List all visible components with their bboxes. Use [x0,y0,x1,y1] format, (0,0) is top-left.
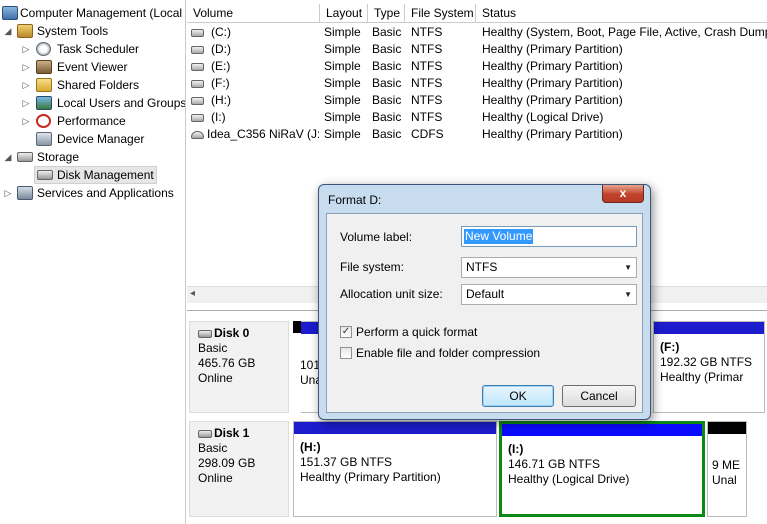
clock-icon [36,42,51,56]
chevron-down-icon: ▼ [624,290,632,299]
drive-icon [191,114,204,122]
tools-icon [17,24,33,38]
hard-disk-icon [198,329,212,338]
hard-disk-icon [198,429,212,438]
disk-1-label[interactable]: Disk 1 Basic 298.09 GB Online [189,421,289,517]
partition-bar [654,322,764,334]
drive-icon [191,80,204,88]
column-header-file-system[interactable]: File System [405,4,476,23]
dialog-title: Format D: [328,193,382,207]
collapse-icon[interactable]: ◢ [3,148,13,166]
column-header-volume[interactable]: Volume [187,4,320,23]
column-header-type[interactable]: Type [368,4,405,23]
disk-0-label[interactable]: Disk 0 Basic 465.76 GB Online [189,321,289,413]
table-row[interactable]: (F:) Simple Basic NTFS Healthy (Primary … [187,75,767,92]
disk-1-name: Disk 1 [198,426,280,441]
partition-h[interactable]: (H:) 151.37 GB NTFS Healthy (Primary Par… [293,421,497,517]
computer-icon [2,6,18,20]
partition-i-selected[interactable]: (I:) 146.71 GB NTFS Healthy (Logical Dri… [499,421,705,517]
dialog-body: Volume label: New Volume File system: NT… [326,213,643,413]
close-button[interactable]: x [602,185,644,203]
collapse-icon[interactable]: ◢ [3,22,13,40]
partition-f[interactable]: (F:) 192.32 GB NTFS Healthy (Primar [653,321,765,413]
volume-label-value: New Volume [464,229,534,244]
table-row[interactable]: Idea_C356 NiRaV (J:) Simple Basic CDFS H… [187,126,767,143]
expand-icon[interactable]: ▷ [21,112,31,130]
disk-icon [37,170,53,180]
checkmark-icon: ✓ [340,326,352,338]
cancel-button[interactable]: Cancel [562,385,636,407]
disk-0-name: Disk 0 [198,326,280,341]
file-system-dropdown[interactable]: NTFS ▼ [461,257,637,278]
drive-icon [191,46,204,54]
column-header-layout[interactable]: Layout [320,4,368,23]
table-row[interactable]: (C:) Simple Basic NTFS Healthy (System, … [187,24,767,41]
storage-icon [17,152,33,162]
partition-bar [708,422,746,434]
drive-icon [191,29,204,37]
ok-button[interactable]: OK [482,385,554,407]
performance-icon [36,114,51,128]
drive-icon [191,97,204,105]
table-row[interactable]: (E:) Simple Basic NTFS Healthy (Primary … [187,58,767,75]
allocation-unit-dropdown[interactable]: Default ▼ [461,284,637,305]
navigation-tree: Computer Management (Local ◢ System Tool… [0,0,186,524]
device-manager-icon [36,132,52,146]
expand-icon[interactable]: ▷ [3,184,13,202]
partition-bar-unallocated-disk0 [293,321,301,413]
column-header-status[interactable]: Status [476,4,767,23]
expand-icon[interactable]: ▷ [21,58,31,76]
volume-label-caption: Volume label: [340,230,413,244]
close-icon: x [619,186,627,200]
volume-label-input[interactable]: New Volume [461,226,637,247]
table-row[interactable]: (D:) Simple Basic NTFS Healthy (Primary … [187,41,767,58]
format-dialog: Format D: x Volume label: New Volume Fil… [318,184,651,420]
partition-bar [294,422,496,434]
cd-drive-icon [191,131,204,139]
expand-icon[interactable]: ▷ [21,40,31,58]
expand-icon[interactable]: ▷ [21,94,31,112]
partition-bar [502,424,702,436]
table-row[interactable]: (H:) Simple Basic NTFS Healthy (Primary … [187,92,767,109]
chevron-down-icon: ▼ [624,263,632,272]
event-viewer-icon [36,60,52,74]
services-icon [17,186,33,200]
shared-folder-icon [36,78,52,92]
scroll-left-icon[interactable]: ◂ [190,288,195,299]
file-system-caption: File system: [340,260,405,274]
expand-icon[interactable]: ▷ [21,76,31,94]
drive-icon [191,63,204,71]
users-icon [36,96,52,110]
allocation-unit-caption: Allocation unit size: [340,287,443,301]
partition-unallocated-disk1[interactable]: 9 ME Unal [707,421,747,517]
table-row[interactable]: (I:) Simple Basic NTFS Healthy (Logical … [187,109,767,126]
